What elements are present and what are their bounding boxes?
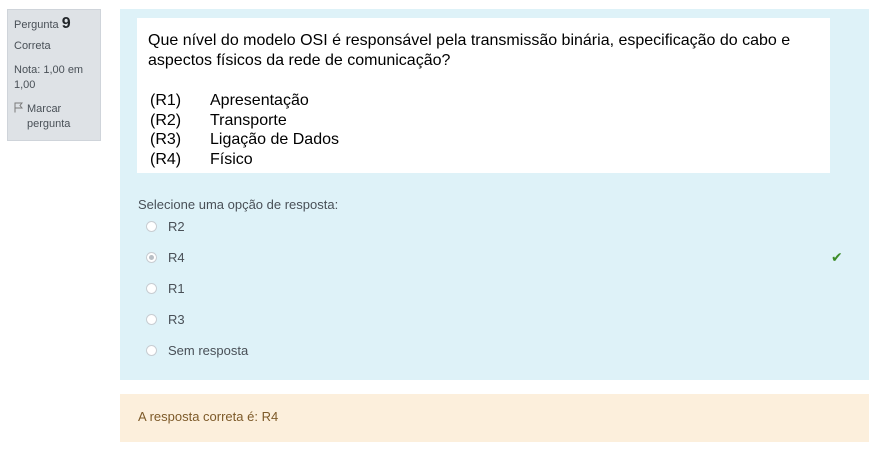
question-number-line: Pergunta 9 [14,16,94,33]
answer-options: R2 R4 ✔ R1 R3 Sem resposta [146,211,846,366]
answer-prompt: Selecione uma opção de resposta: [138,197,339,212]
radio-button[interactable] [146,221,157,232]
question-option: (R3) Ligação de Dados [148,130,820,150]
question-text-box: Que nível do modelo OSI é responsável pe… [137,18,830,173]
question-formulation: Que nível do modelo OSI é responsável pe… [120,9,869,380]
answer-label[interactable]: R4 [168,250,185,265]
correct-answer-feedback: A resposta correta é: R4 [120,394,869,442]
flag-icon [14,102,24,132]
answer-option-no-answer[interactable]: Sem resposta [146,335,846,366]
question-grade: Nota: 1,00 em 1,00 [14,64,84,91]
answer-label[interactable]: Sem resposta [168,343,248,358]
flag-question-label[interactable]: Marcar pergunta [27,102,94,132]
answer-option-r4[interactable]: R4 ✔ [146,242,846,273]
option-code: (R4) [150,150,182,168]
answer-label[interactable]: R2 [168,219,185,234]
answer-option-r3[interactable]: R3 [146,304,846,335]
answer-option-r2[interactable]: R2 [146,211,846,242]
option-code: (R3) [150,131,182,148]
option-text: Apresentação [210,92,309,109]
flag-question-link[interactable]: Marcar pergunta [14,102,94,132]
answer-label[interactable]: R3 [168,312,185,327]
question-state: Correta [14,40,51,52]
option-text: Transporte [210,111,287,129]
radio-button-selected[interactable] [146,252,157,263]
answer-option-r1[interactable]: R1 [146,273,846,304]
option-text: Ligação de Dados [210,131,339,148]
radio-button[interactable] [146,283,157,294]
checkmark-icon: ✔ [831,249,843,265]
answer-label[interactable]: R1 [168,281,185,296]
option-code: (R1) [150,92,182,109]
radio-button[interactable] [146,345,157,356]
option-code: (R2) [150,111,182,129]
question-option: (R4) Físico [148,150,820,170]
question-number: 9 [61,15,71,32]
question-option: (R1) Apresentação [148,91,820,111]
question-text: Que nível do modelo OSI é responsável pe… [148,32,791,69]
radio-button[interactable] [146,314,157,325]
option-text: Físico [210,150,253,168]
question-label: Pergunta [14,19,59,31]
question-info-panel: Pergunta 9 Correta Nota: 1,00 em 1,00 Ma… [7,9,101,141]
question-option: (R2) Transporte [148,111,820,131]
